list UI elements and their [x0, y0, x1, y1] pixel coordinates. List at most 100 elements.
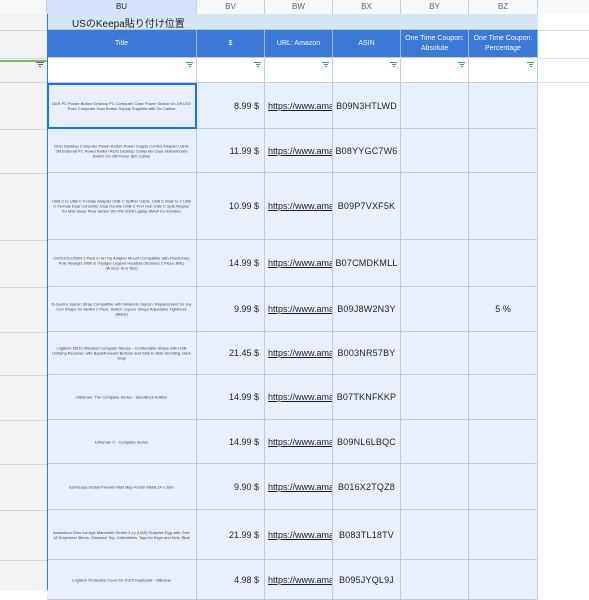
- cell-coupon-percentage[interactable]: 5 %: [469, 287, 538, 332]
- filter-icon[interactable]: [527, 62, 534, 67]
- filter-icon[interactable]: [254, 62, 261, 67]
- filter-icon[interactable]: [322, 62, 329, 67]
- cell-title[interactable]: Logitech M310 Wireless Computer Mouse - …: [47, 332, 197, 375]
- cell-asin[interactable]: B07CMDKMLL: [333, 240, 401, 287]
- header-coupon-absolute[interactable]: One Time Coupon: Absolute: [401, 30, 469, 58]
- cell-asin[interactable]: B095JYQL9J: [333, 560, 401, 600]
- cell-url-text[interactable]: https://www.amazon.com/dp/B095JYQL9J: [268, 575, 332, 585]
- cell-url-text[interactable]: https://www.amazon.com/dp/B09J8W2N3Y: [268, 304, 332, 314]
- cell-url[interactable]: https://www.amazon.com/dp/B07CMDKMLL: [265, 240, 333, 287]
- cell-coupon-absolute[interactable]: [401, 332, 469, 375]
- filter-cell-asin[interactable]: [333, 58, 401, 83]
- column-header-by[interactable]: BY: [401, 0, 469, 14]
- cell-asin[interactable]: B09P7VXF5K: [333, 173, 401, 240]
- cell-coupon-absolute[interactable]: [401, 375, 469, 420]
- cell-asin[interactable]: B083TL18TV: [333, 510, 401, 560]
- cell-url[interactable]: https://www.amazon.com/dp/B016X2TQZ8: [265, 464, 333, 510]
- cell-url-text[interactable]: https://www.amazon.com/dp/B09NL6LBQC: [268, 437, 332, 447]
- cell-url[interactable]: https://www.amazon.com/dp/B09J8W2N3Y: [265, 287, 333, 332]
- filter-cell-title[interactable]: [47, 58, 197, 83]
- cell-url[interactable]: https://www.amazon.com/dp/B083TL18TV: [265, 510, 333, 560]
- cell-price[interactable]: 14.99 $: [197, 240, 265, 287]
- cell-asin[interactable]: B09J8W2N3Y: [333, 287, 401, 332]
- cell-url-text[interactable]: https://www.amazon.com/dp/B07TKNFKKP: [268, 392, 332, 402]
- cell-coupon-percentage[interactable]: [469, 240, 538, 287]
- cell-coupon-percentage[interactable]: [469, 420, 538, 464]
- filter-cell-url[interactable]: [265, 58, 333, 83]
- cell-title[interactable]: Logitech Protective Cover for K370 Keybo…: [47, 560, 197, 600]
- header-asin[interactable]: ASIN: [333, 30, 401, 58]
- cell-coupon-absolute[interactable]: [401, 560, 469, 600]
- filter-cell-coupon-absolute[interactable]: [401, 58, 469, 83]
- cell-url[interactable]: https://www.amazon.com/dp/B07TKNFKKP: [265, 375, 333, 420]
- cell-price[interactable]: 4.98 $: [197, 560, 265, 600]
- column-header-bw[interactable]: BW: [265, 0, 333, 14]
- cell-coupon-percentage[interactable]: [469, 510, 538, 560]
- cell-coupon-percentage[interactable]: [469, 83, 538, 129]
- cell-url-text[interactable]: https://www.amazon.com/dp/B07CMDKMLL: [268, 258, 332, 268]
- cell-title[interactable]: D-Gextra Joycon Strap Compatible with Ni…: [47, 287, 197, 332]
- cell-title[interactable]: CHOGOLUDEN 1 Pack in Sn Tip Adapter Moun…: [47, 240, 197, 287]
- cell-price[interactable]: 9.90 $: [197, 464, 265, 510]
- filter-icon[interactable]: [36, 62, 44, 68]
- cell-coupon-absolute[interactable]: [401, 287, 469, 332]
- cell-url[interactable]: https://www.amazon.com/dp/B08YYGC7W6: [265, 129, 333, 173]
- cell-title[interactable]: Ultraman X - Complete Series: [47, 420, 197, 464]
- cell-url[interactable]: https://www.amazon.com/dp/B09NL6LBQC: [265, 420, 333, 464]
- cell-url[interactable]: https://www.amazon.com/dp/B09P7VXF5K: [265, 173, 333, 240]
- filter-icon[interactable]: [390, 62, 397, 67]
- column-header-bx[interactable]: BX: [333, 0, 401, 14]
- column-header-bv[interactable]: BV: [197, 0, 265, 14]
- cell-price[interactable]: 21.45 $: [197, 332, 265, 375]
- cell-coupon-absolute[interactable]: [401, 510, 469, 560]
- cell-price[interactable]: 14.99 $: [197, 420, 265, 464]
- cell-url[interactable]: https://www.amazon.com/dp/B09N3HTLWD: [265, 83, 333, 129]
- cell-price[interactable]: 21.99 $: [197, 510, 265, 560]
- filter-icon[interactable]: [458, 62, 465, 67]
- cell-title[interactable]: Ultraman: The Complete Series - SteelBoo…: [47, 375, 197, 420]
- cell-coupon-percentage[interactable]: [469, 332, 538, 375]
- cell-url-text[interactable]: https://www.amazon.com/dp/B09N3HTLWD: [268, 101, 332, 111]
- cell-coupon-absolute[interactable]: [401, 240, 469, 287]
- empty-column-area[interactable]: [538, 14, 589, 590]
- cell-url-text[interactable]: https://www.amazon.com/dp/B016X2TQZ8: [268, 482, 332, 492]
- cell-title[interactable]: Earthcopy Global Premier Wall Map Poster…: [47, 464, 197, 510]
- cell-coupon-percentage[interactable]: [469, 560, 538, 600]
- cell-price[interactable]: 14.99 $: [197, 375, 265, 420]
- column-header-bz[interactable]: BZ: [469, 0, 538, 14]
- cell-coupon-absolute[interactable]: [401, 173, 469, 240]
- cell-coupon-percentage[interactable]: [469, 375, 538, 420]
- cell-coupon-absolute[interactable]: [401, 420, 469, 464]
- cell-coupon-absolute[interactable]: [401, 129, 469, 173]
- header-url[interactable]: URL: Amazon: [265, 30, 333, 58]
- header-title[interactable]: Title: [47, 30, 197, 58]
- cell-url[interactable]: https://www.amazon.com/dp/B003NR57BY: [265, 332, 333, 375]
- filter-cell-coupon-percentage[interactable]: [469, 58, 538, 83]
- cell-url-text[interactable]: https://www.amazon.com/dp/B08YYGC7W6: [268, 146, 332, 156]
- cell-asin[interactable]: B003NR57BY: [333, 332, 401, 375]
- cell-coupon-percentage[interactable]: [469, 129, 538, 173]
- cell-price[interactable]: 11.99 $: [197, 129, 265, 173]
- cell-asin[interactable]: B016X2TQZ8: [333, 464, 401, 510]
- cell-price[interactable]: 8.99 $: [197, 83, 265, 129]
- banner-row[interactable]: USのKeepa貼り付け位置: [47, 14, 538, 30]
- column-header-bu[interactable]: BU: [47, 0, 197, 14]
- cell-coupon-absolute[interactable]: [401, 464, 469, 510]
- cell-url[interactable]: https://www.amazon.com/dp/B095JYQL9J: [265, 560, 333, 600]
- cell-url-text[interactable]: https://www.amazon.com/dp/B003NR57BY: [268, 348, 332, 358]
- cell-price[interactable]: 10.99 $: [197, 173, 265, 240]
- cell-coupon-percentage[interactable]: [469, 173, 538, 240]
- corner-cell[interactable]: [0, 0, 47, 14]
- cell-coupon-absolute[interactable]: [401, 83, 469, 129]
- cell-price[interactable]: 9.99 $: [197, 287, 265, 332]
- cell-title[interactable]: USB C to USB C Female Adapter USB C Spli…: [47, 173, 197, 240]
- cell-url-text[interactable]: https://www.amazon.com/dp/B09P7VXF5K: [268, 201, 332, 211]
- cell-title[interactable]: DKE PC Power Button Desktop PC Computer …: [47, 83, 197, 129]
- cell-asin[interactable]: B09NL6LBQC: [333, 420, 401, 464]
- filter-icon[interactable]: [186, 62, 193, 67]
- cell-asin[interactable]: B08YYGC7W6: [333, 129, 401, 173]
- header-coupon-percentage[interactable]: One Time Coupon: Percentage: [469, 30, 538, 58]
- cell-url-text[interactable]: https://www.amazon.com/dp/B083TL18TV: [268, 530, 332, 540]
- cell-title[interactable]: Amazebox Dino Ice Age Mammoth Series 3-L…: [47, 510, 197, 560]
- cell-asin[interactable]: B07TKNFKKP: [333, 375, 401, 420]
